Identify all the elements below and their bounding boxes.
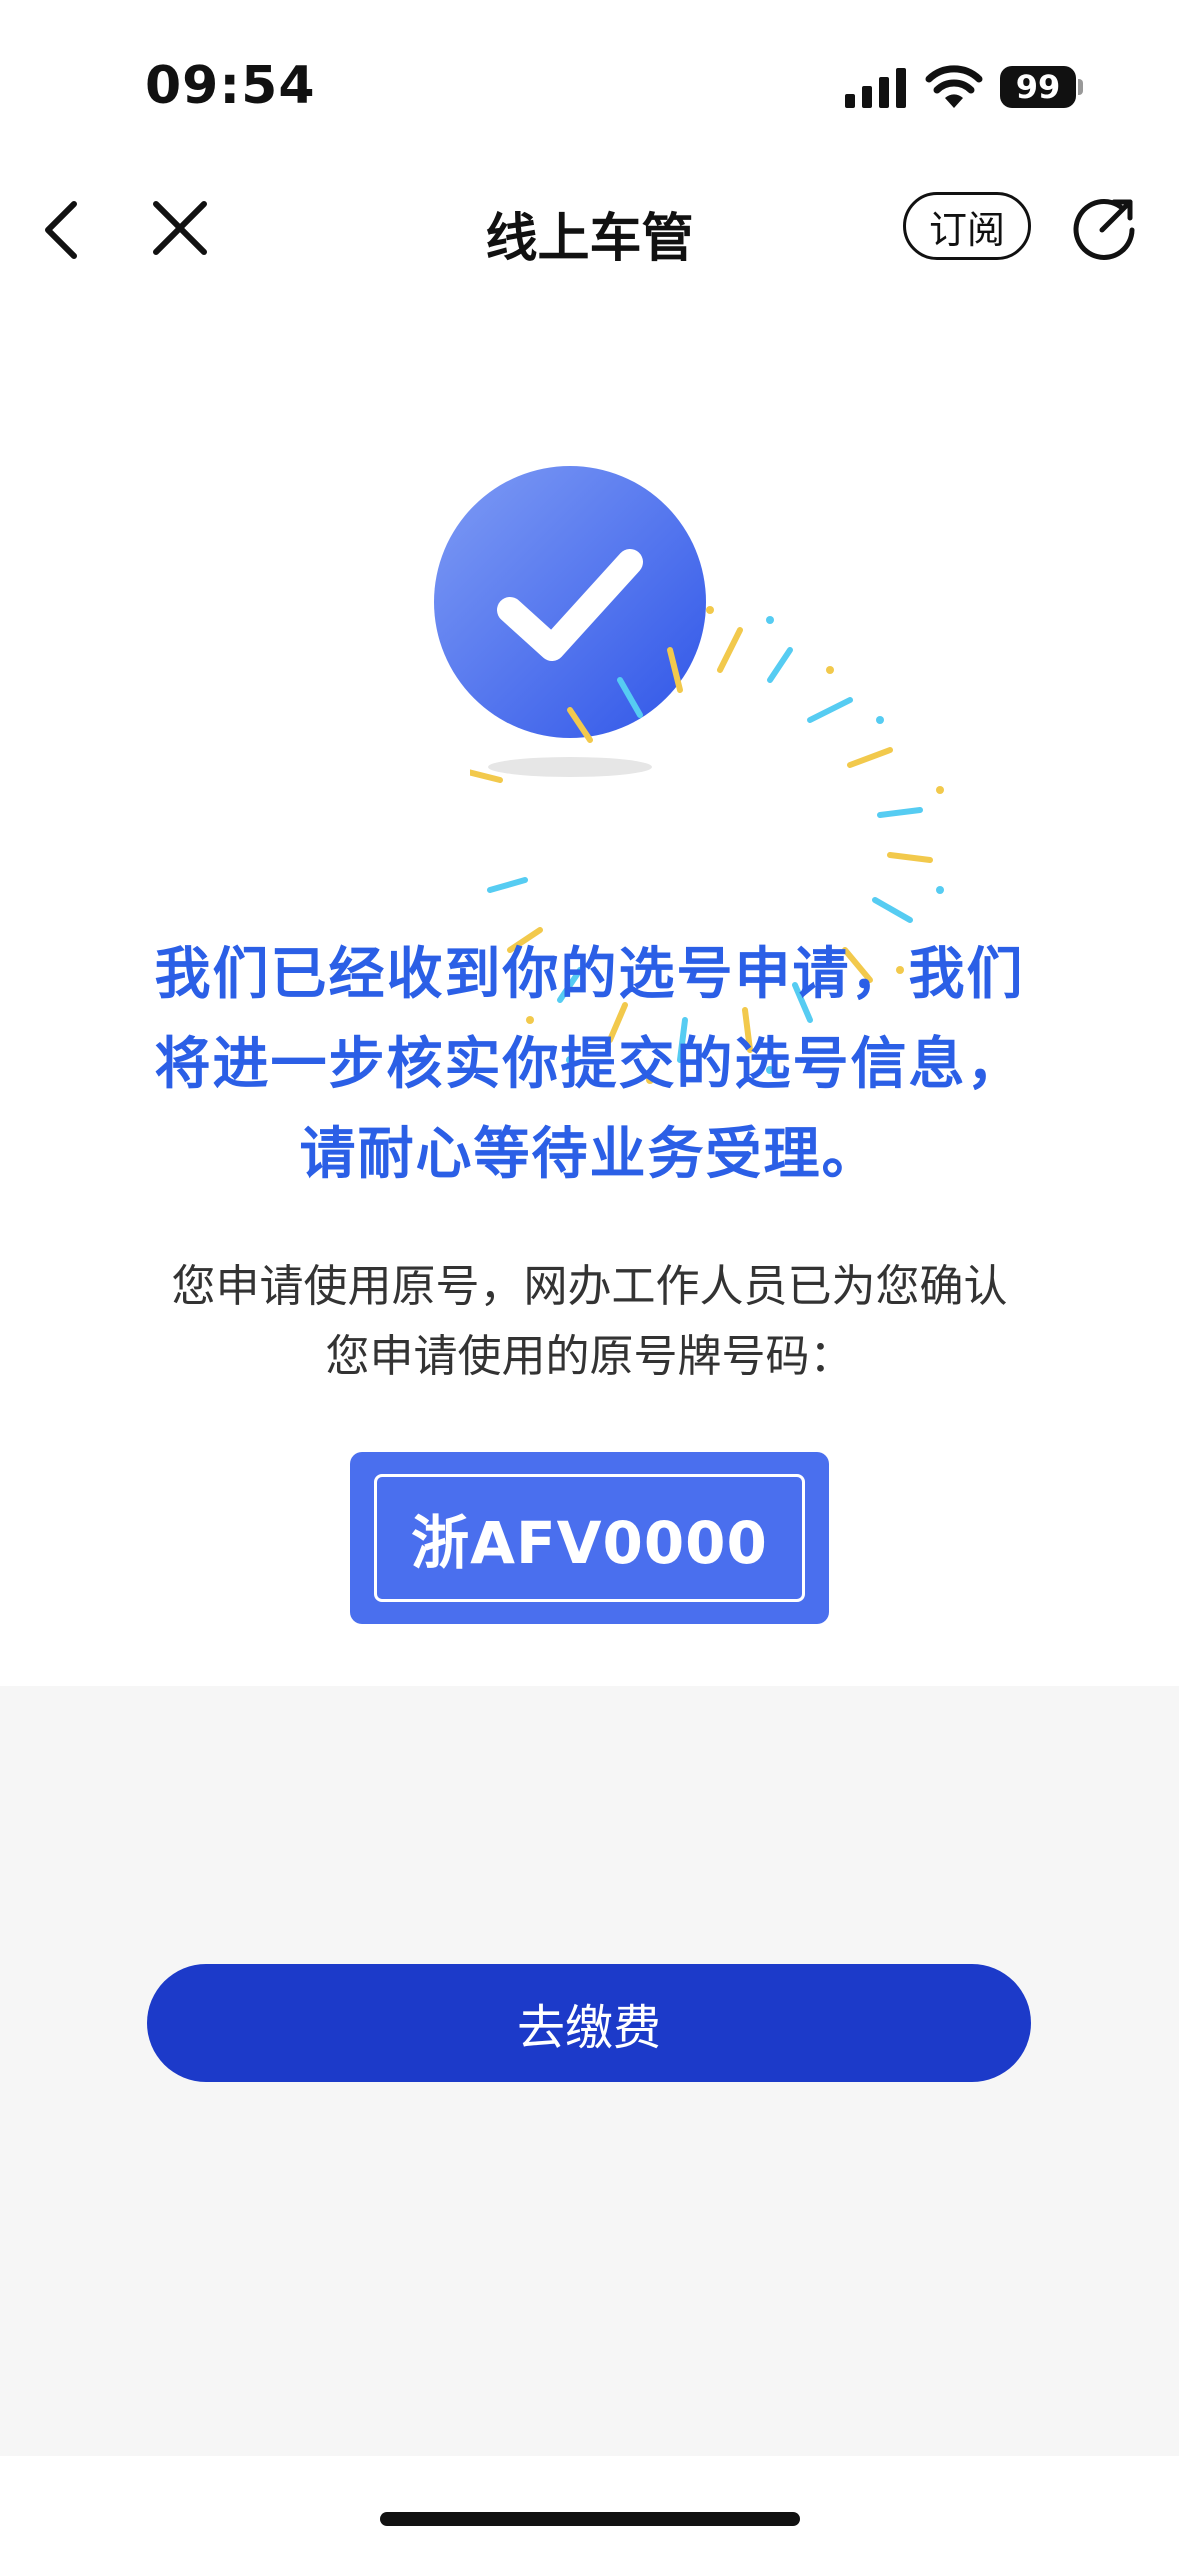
license-plate: 浙AFV0000 (350, 1452, 829, 1624)
navigation-bar: 线上车管 订阅 (0, 170, 1179, 290)
main-message: 我们已经收到你的选号申请，我们 将进一步核实你提交的选号信息， 请耐心等待业务受… (110, 930, 1069, 1200)
status-bar: 09:54 99 (0, 0, 1179, 170)
home-indicator[interactable] (380, 2512, 800, 2526)
share-icon[interactable] (1072, 194, 1138, 260)
plate-number: 浙AFV0000 (374, 1474, 805, 1602)
status-time: 09:54 (145, 56, 316, 116)
main-message-line: 请耐心等待业务受理。 (299, 1122, 880, 1187)
main-message-line: 我们已经收到你的选号申请，我们 (154, 942, 1025, 1007)
wifi-icon (925, 65, 983, 108)
battery-indicator: 99 (1000, 66, 1076, 108)
description-line: 您申请使用原号，网办工作人员已为您确认 (171, 1261, 1008, 1312)
battery-tip (1078, 79, 1083, 95)
description-line: 您申请使用的原号牌号码： (325, 1331, 854, 1382)
main-message-line: 将进一步核实你提交的选号信息， (154, 1032, 1025, 1097)
description-text: 您申请使用原号，网办工作人员已为您确认 您申请使用的原号牌号码： (100, 1252, 1079, 1392)
subscribe-button[interactable]: 订阅 (903, 192, 1031, 260)
pay-button[interactable]: 去缴费 (147, 1964, 1031, 2082)
cellular-signal-icon (845, 68, 906, 108)
